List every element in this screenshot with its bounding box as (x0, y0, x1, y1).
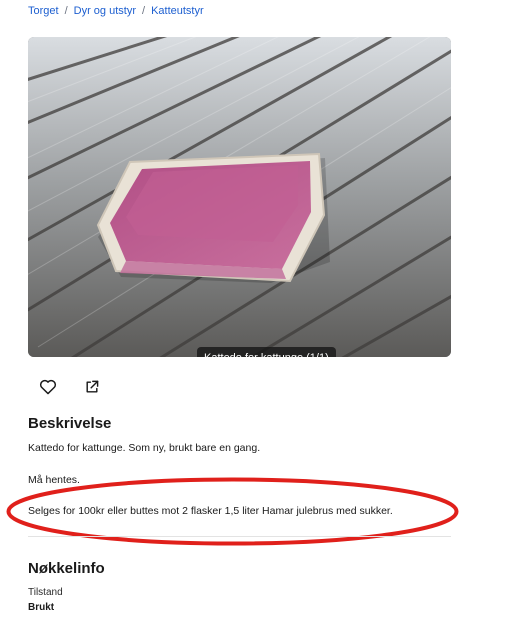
heart-icon (39, 379, 57, 395)
condition-value: Brukt (28, 602, 55, 613)
favorite-button[interactable] (36, 376, 60, 398)
description-line: Kattedo for kattunge. Som ny, brukt bare… (28, 442, 261, 454)
listing-photo[interactable]: Kattedo for kattunge (1/1) (28, 37, 451, 357)
breadcrumb-dyr-og-utstyr[interactable]: Dyr og utstyr (74, 5, 136, 17)
key-info-heading: Nøkkelinfo (28, 560, 105, 577)
description-heading: Beskrivelse (28, 415, 112, 432)
share-button[interactable] (80, 376, 104, 398)
share-icon (86, 380, 99, 393)
description-line: Må hentes. (28, 474, 80, 486)
section-divider (28, 536, 451, 537)
breadcrumb-torget[interactable]: Torget (28, 5, 59, 17)
breadcrumb-separator: / (142, 5, 146, 17)
breadcrumb: Torget / Dyr og utstyr / Katteutstyr (28, 5, 204, 17)
condition-label: Tilstand (28, 587, 63, 598)
breadcrumb-separator: / (64, 5, 68, 17)
cat-litter-box-photo (28, 37, 451, 357)
photo-caption: Kattedo for kattunge (1/1) (197, 347, 336, 357)
description-line: Selges for 100kr eller buttes mot 2 flas… (28, 505, 393, 517)
breadcrumb-katteutstyr[interactable]: Katteutstyr (151, 5, 204, 17)
